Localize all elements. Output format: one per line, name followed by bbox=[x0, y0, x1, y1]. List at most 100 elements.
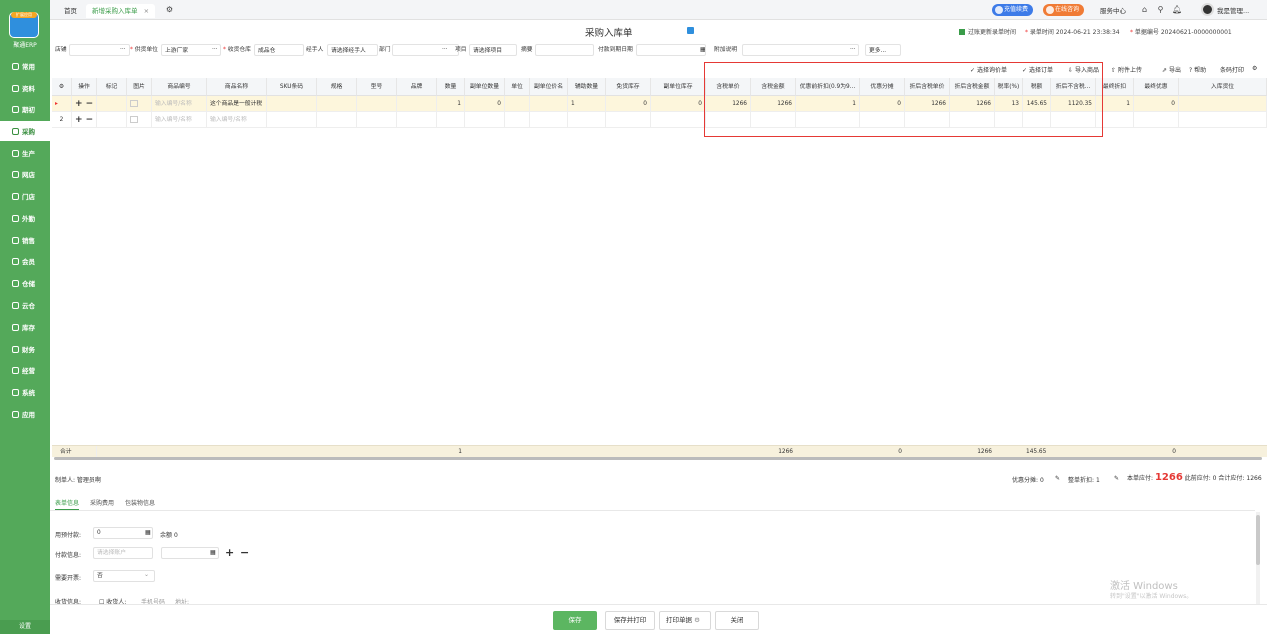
export-button[interactable]: ⇗ 导出 bbox=[1162, 65, 1181, 74]
tab-purchase-fees[interactable]: 采购费用 bbox=[90, 498, 114, 507]
tab-package-info[interactable]: 包装物信息 bbox=[125, 498, 155, 507]
row-image[interactable] bbox=[127, 96, 152, 112]
table-row[interactable]: 2 + − 输入编号/名称 输入编号/名称 bbox=[52, 112, 1267, 128]
row-name-input[interactable]: 输入编号/名称 bbox=[207, 112, 267, 128]
row-spec[interactable] bbox=[317, 112, 357, 128]
row-name[interactable]: 这个商品是一般计税 bbox=[207, 96, 267, 112]
entry-time-value[interactable]: 2024-06-21 23:38:34 bbox=[1056, 29, 1120, 36]
row-qty[interactable]: 1 bbox=[437, 96, 465, 112]
row-code-input[interactable]: 输入编号/名称 bbox=[152, 96, 207, 112]
row-aux-qty[interactable]: 1 bbox=[568, 96, 606, 112]
row-tax[interactable]: 145.65 bbox=[1023, 96, 1051, 112]
row-spec[interactable] bbox=[317, 96, 357, 112]
row-disc-amount[interactable]: 1266 bbox=[950, 96, 995, 112]
close-button[interactable]: 关闭 bbox=[715, 611, 759, 630]
row-discount[interactable]: 1 bbox=[796, 96, 860, 112]
pay-account-select[interactable]: 请选择账户 bbox=[93, 547, 153, 559]
summary-input[interactable] bbox=[535, 44, 594, 56]
row-amount[interactable] bbox=[751, 112, 796, 128]
dept-input[interactable] bbox=[392, 44, 459, 56]
supplier-ellipsis[interactable]: ··· bbox=[212, 44, 218, 56]
refresh-time-toggle[interactable]: 过账更新录单时间 bbox=[959, 27, 1016, 36]
sidebar-item-cloud-warehouse[interactable]: 云仓 bbox=[0, 295, 50, 315]
bell-icon[interactable]: 🔔︎ bbox=[1172, 5, 1182, 14]
due-date-input[interactable] bbox=[636, 44, 706, 56]
add-payment-button[interactable]: + bbox=[225, 546, 234, 559]
row-sub-qty[interactable] bbox=[465, 112, 505, 128]
attachment-input[interactable] bbox=[742, 44, 859, 56]
sidebar-item-sales[interactable]: 销售 bbox=[0, 230, 50, 250]
row-final-pref[interactable] bbox=[1134, 112, 1179, 128]
tab-form-info[interactable]: 表单信息 bbox=[55, 498, 80, 510]
horizontal-scrollbar[interactable] bbox=[54, 457, 1262, 460]
attachment-ellipsis[interactable]: ··· bbox=[850, 44, 856, 56]
gear-icon[interactable]: ⚙ bbox=[694, 616, 700, 624]
row-sub-qty[interactable]: 0 bbox=[465, 96, 505, 112]
row-share[interactable]: 0 bbox=[860, 96, 905, 112]
row-unit[interactable] bbox=[505, 96, 530, 112]
select-price-button[interactable]: ✓ 选择询价单 bbox=[970, 65, 1007, 74]
row-brand[interactable] bbox=[397, 112, 437, 128]
row-qty[interactable] bbox=[437, 112, 465, 128]
search-icon[interactable]: ⚲ bbox=[1156, 5, 1165, 14]
gear-icon[interactable]: ⚙ bbox=[165, 5, 174, 14]
sidebar-item-operation[interactable]: 经营 bbox=[0, 360, 50, 380]
consult-button[interactable]: 在线咨询 bbox=[1043, 4, 1085, 16]
row-add-remove-buttons[interactable]: + − bbox=[72, 96, 97, 112]
settings-button[interactable]: 设置 bbox=[0, 620, 50, 634]
row-mark[interactable] bbox=[97, 96, 127, 112]
row-sku[interactable] bbox=[267, 112, 317, 128]
avatar[interactable] bbox=[1201, 3, 1214, 16]
sidebar-item-member[interactable]: 会员 bbox=[0, 251, 50, 271]
sidebar-item-production[interactable]: 生产 bbox=[0, 143, 50, 163]
row-disc-price[interactable]: 1266 bbox=[905, 96, 950, 112]
row-unit[interactable] bbox=[505, 112, 530, 128]
sidebar-item-system[interactable]: 系统 bbox=[0, 382, 50, 402]
home-icon[interactable]: ⌂ bbox=[1140, 5, 1149, 14]
warehouse-input[interactable]: 成品仓 bbox=[254, 44, 304, 56]
handler-input[interactable]: 请选择经手人 bbox=[327, 44, 378, 56]
row-sub-unit-name[interactable] bbox=[530, 112, 568, 128]
scrollbar-thumb[interactable] bbox=[1256, 515, 1260, 565]
row-notax[interactable] bbox=[1051, 112, 1096, 128]
sidebar-item-data[interactable]: 资料 bbox=[0, 78, 50, 98]
row-amount[interactable]: 1266 bbox=[751, 96, 796, 112]
print-button[interactable]: 打印单据 ⚙ bbox=[659, 611, 711, 630]
sidebar-item-common[interactable]: 常用 bbox=[0, 56, 50, 76]
attach-upload-button[interactable]: ⇧ 附件上传 bbox=[1111, 65, 1142, 74]
calculator-icon[interactable]: ▦ bbox=[145, 529, 151, 536]
close-icon[interactable]: × bbox=[144, 7, 149, 15]
row-share[interactable] bbox=[860, 112, 905, 128]
row-tax-rate[interactable] bbox=[995, 112, 1023, 128]
row-price[interactable] bbox=[706, 112, 751, 128]
row-image[interactable] bbox=[127, 112, 152, 128]
row-notax[interactable]: 1120.35 bbox=[1051, 96, 1096, 112]
calculator-icon[interactable]: ▦ bbox=[210, 549, 216, 556]
prepay-input[interactable]: 0 bbox=[93, 527, 153, 539]
col-header[interactable]: 商品编号 bbox=[152, 78, 207, 96]
row-tax-rate[interactable]: 13 bbox=[995, 96, 1023, 112]
sidebar-item-store[interactable]: 门店 bbox=[0, 186, 50, 206]
dept-ellipsis[interactable]: ··· bbox=[442, 44, 448, 56]
settings-gear-icon[interactable]: ⚙ bbox=[1252, 65, 1257, 72]
row-final-pref[interactable]: 0 bbox=[1134, 96, 1179, 112]
row-model[interactable] bbox=[357, 96, 397, 112]
row-final-disc[interactable]: 1 bbox=[1096, 96, 1134, 112]
col-header[interactable]: 商品名称 bbox=[207, 78, 267, 96]
edit-icon[interactable]: ✎ bbox=[1055, 475, 1060, 482]
sidebar-item-opening[interactable]: 期初 bbox=[0, 99, 50, 119]
row-brand[interactable] bbox=[397, 96, 437, 112]
table-row[interactable]: ▸ + − 输入编号/名称 这个商品是一般计税 1 0 1 0 0 1266 1… bbox=[52, 96, 1267, 112]
sidebar-item-warehouse[interactable]: 仓储 bbox=[0, 273, 50, 293]
sidebar-item-field[interactable]: 外勤 bbox=[0, 208, 50, 228]
barcode-print-button[interactable]: 条码打印 bbox=[1220, 65, 1244, 74]
user-menu[interactable]: 我是管理... bbox=[1217, 5, 1249, 15]
row-model[interactable] bbox=[357, 112, 397, 128]
edit-icon[interactable]: ✎ bbox=[1114, 475, 1119, 482]
row-location[interactable] bbox=[1179, 112, 1267, 128]
row-disc-amount[interactable] bbox=[950, 112, 995, 128]
sidebar-item-finance[interactable]: 财务 bbox=[0, 339, 50, 359]
col-header[interactable]: SKU条码 bbox=[267, 78, 317, 96]
sidebar-item-purchase[interactable]: 采购 bbox=[0, 121, 50, 141]
row-discount[interactable] bbox=[796, 112, 860, 128]
